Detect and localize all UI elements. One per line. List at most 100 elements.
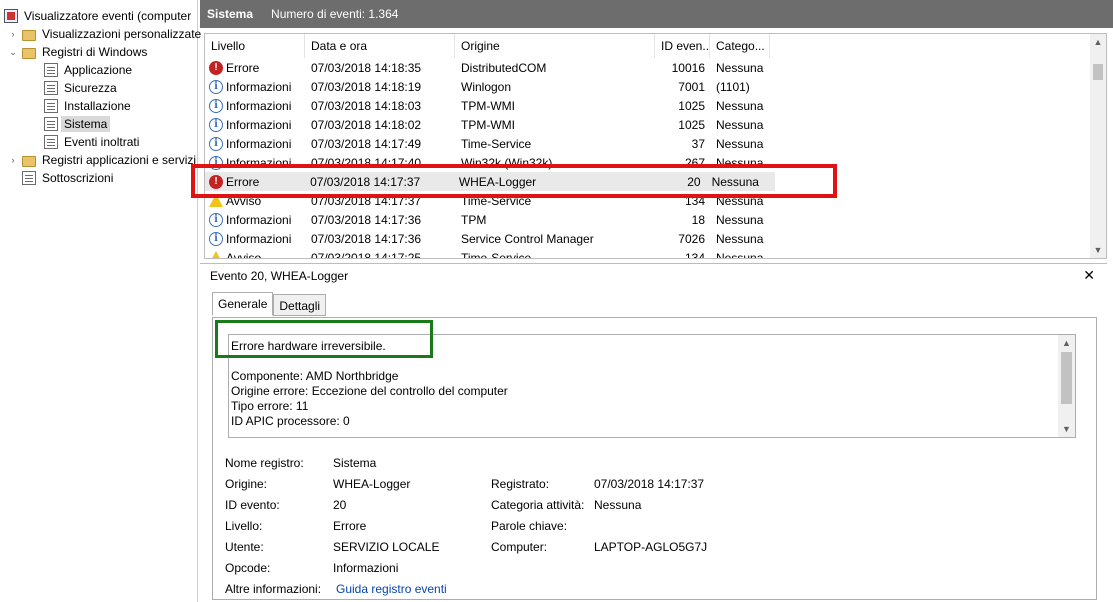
tab-details[interactable]: Dettagli bbox=[273, 294, 327, 316]
level-cell: i Informazioni bbox=[205, 79, 305, 94]
source-cell: Time-Service bbox=[461, 136, 532, 151]
category-cell: Nessuna bbox=[716, 193, 764, 208]
column-header-level[interactable]: Livello bbox=[205, 34, 305, 58]
table-row[interactable]: i Informazioni 07/03/2018 14:17:40 Win32k (… bbox=[205, 153, 1091, 172]
category-cell: Nessuna bbox=[716, 117, 764, 132]
log-title: Sistema bbox=[207, 7, 254, 21]
detail-title: Evento 20, WHEA-Logger bbox=[210, 269, 349, 283]
level-cell: i Informazioni bbox=[205, 155, 305, 170]
table-row[interactable]: i Informazioni 07/03/2018 14:17:36 Service … bbox=[205, 229, 1091, 248]
level-cell: Avviso bbox=[205, 194, 305, 208]
event-id-cell: 37 bbox=[691, 136, 705, 151]
tree-item-subscriptions[interactable]: Sottoscrizioni bbox=[22, 169, 116, 187]
source-cell: Winlogon bbox=[461, 79, 512, 94]
tree-item-windows-logs[interactable]: ⌄ Registri di Windows bbox=[8, 43, 150, 61]
tree-item-custom-views[interactable]: › Visualizzazioni personalizzate bbox=[8, 25, 204, 43]
table-row[interactable]: ! Errore 07/03/2018 14:17:37 WHEA-Logger 20 N… bbox=[205, 172, 775, 191]
table-row[interactable]: Avviso 07/03/2018 14:17:37 Time-Service 134… bbox=[205, 191, 1091, 210]
info-icon: i bbox=[209, 155, 223, 170]
log-icon bbox=[44, 81, 58, 95]
event-id-cell: 1025 bbox=[678, 117, 705, 132]
level-text: Errore bbox=[226, 174, 260, 189]
level-text: Informazioni bbox=[226, 98, 292, 113]
event-id-cell: 10016 bbox=[671, 60, 705, 75]
event-viewer-icon bbox=[4, 9, 18, 23]
tree-item-app-service-logs[interactable]: › Registri applicazioni e servizi bbox=[8, 151, 199, 169]
close-icon[interactable]: ✕ bbox=[1083, 267, 1095, 284]
navigation-tree: Visualizzatore eventi (computer › Visual… bbox=[0, 0, 201, 602]
scroll-up-icon[interactable]: ▲ bbox=[1058, 335, 1075, 351]
description-line: Errore hardware irreversibile. bbox=[231, 339, 386, 353]
date-cell: 07/03/2018 14:17:37 bbox=[310, 174, 421, 189]
log-header: Sistema Numero di eventi: 1.364 bbox=[200, 0, 1113, 28]
log-icon bbox=[44, 117, 58, 131]
description-scrollbar[interactable]: ▲ ▼ bbox=[1058, 335, 1075, 437]
event-id-cell: 134 bbox=[684, 250, 705, 259]
table-row[interactable]: i Informazioni 07/03/2018 14:17:36 TPM 18 Nes… bbox=[205, 210, 1091, 229]
info-icon: i bbox=[209, 231, 223, 246]
error-icon: ! bbox=[209, 60, 223, 75]
date-cell: 07/03/2018 14:18:03 bbox=[311, 98, 422, 113]
tree-item-forwarded-events[interactable]: Eventi inoltrati bbox=[44, 133, 142, 151]
event-id-cell: 1025 bbox=[678, 98, 705, 113]
scroll-down-icon[interactable]: ▼ bbox=[1058, 421, 1075, 437]
log-icon bbox=[44, 99, 58, 113]
scrollbar-thumb[interactable] bbox=[1093, 64, 1103, 80]
category-cell: Nessuna bbox=[716, 212, 764, 227]
tree-item-setup[interactable]: Installazione bbox=[44, 97, 134, 115]
level-cell: Avviso bbox=[205, 250, 305, 259]
general-tab-panel: Errore hardware irreversibile. Component… bbox=[212, 317, 1097, 600]
table-row[interactable]: i Informazioni 07/03/2018 14:18:02 TPM-WMI 1… bbox=[205, 115, 1091, 134]
table-row[interactable]: Avviso 07/03/2018 14:17:25 Time-Service 134… bbox=[205, 248, 1091, 259]
opcode-label: Opcode: bbox=[225, 561, 271, 575]
info-icon: i bbox=[209, 79, 223, 94]
scrollbar-thumb[interactable] bbox=[1061, 352, 1072, 404]
source-cell: Time-Service bbox=[461, 250, 532, 259]
category-cell: (1101) bbox=[716, 79, 750, 94]
date-cell: 07/03/2018 14:18:02 bbox=[311, 117, 422, 132]
user-label: Utente: bbox=[225, 540, 264, 554]
scroll-up-icon[interactable]: ▲ bbox=[1090, 34, 1106, 50]
date-cell: 07/03/2018 14:17:36 bbox=[311, 231, 422, 246]
log-icon bbox=[22, 171, 36, 185]
source-cell: DistributedCOM bbox=[461, 60, 547, 75]
level-value: Errore bbox=[333, 519, 367, 533]
tree-item-system[interactable]: Sistema bbox=[44, 115, 111, 133]
table-row[interactable]: i Informazioni 07/03/2018 14:17:49 Time-Ser… bbox=[205, 134, 1091, 153]
category-cell: Nessuna bbox=[716, 231, 764, 246]
column-header-category[interactable]: Catego... bbox=[710, 34, 770, 58]
chevron-right-icon[interactable]: › bbox=[8, 155, 18, 165]
level-label: Livello: bbox=[225, 519, 263, 533]
level-cell: i Informazioni bbox=[205, 136, 305, 151]
table-row[interactable]: i Informazioni 07/03/2018 14:18:03 TPM-WMI 1… bbox=[205, 96, 1091, 115]
event-id-cell: 7026 bbox=[678, 231, 705, 246]
scroll-down-icon[interactable]: ▼ bbox=[1090, 242, 1106, 258]
table-row[interactable]: i Informazioni 07/03/2018 14:18:19 Winlogon… bbox=[205, 77, 1091, 96]
column-header-source[interactable]: Origine bbox=[455, 34, 655, 58]
tree-item-event-viewer[interactable]: Visualizzatore eventi (computer bbox=[4, 7, 194, 25]
tab-general[interactable]: Generale bbox=[212, 292, 274, 316]
column-header-event-id[interactable]: ID even... bbox=[655, 34, 710, 58]
log-icon bbox=[44, 135, 58, 149]
category-cell: Nessuna bbox=[716, 98, 764, 113]
level-text: Avviso bbox=[226, 250, 262, 259]
chevron-right-icon[interactable]: › bbox=[8, 29, 18, 39]
event-id-cell: 134 bbox=[684, 193, 705, 208]
grid-scrollbar[interactable]: ▲ ▼ bbox=[1090, 34, 1106, 258]
event-log-help-link[interactable]: Guida registro eventi bbox=[336, 582, 447, 596]
column-header-date[interactable]: Data e ora bbox=[305, 34, 455, 58]
description-line: ID APIC processore: 0 bbox=[231, 414, 350, 428]
category-cell: Nessuna bbox=[716, 60, 764, 75]
chevron-down-icon[interactable]: ⌄ bbox=[8, 47, 18, 57]
tree-item-security[interactable]: Sicurezza bbox=[44, 79, 120, 97]
source-value: WHEA-Logger bbox=[333, 477, 411, 491]
category-cell: Nessuna bbox=[716, 136, 764, 151]
event-id-label: ID evento: bbox=[225, 498, 280, 512]
level-text: Informazioni bbox=[226, 136, 292, 151]
folder-icon bbox=[22, 47, 36, 59]
level-cell: i Informazioni bbox=[205, 117, 305, 132]
event-description[interactable]: Errore hardware irreversibile. Component… bbox=[228, 334, 1076, 438]
source-cell: TPM-WMI bbox=[461, 98, 515, 113]
tree-item-application[interactable]: Applicazione bbox=[44, 61, 135, 79]
table-row[interactable]: ! Errore 07/03/2018 14:18:35 DistributedCOM… bbox=[205, 58, 1091, 77]
